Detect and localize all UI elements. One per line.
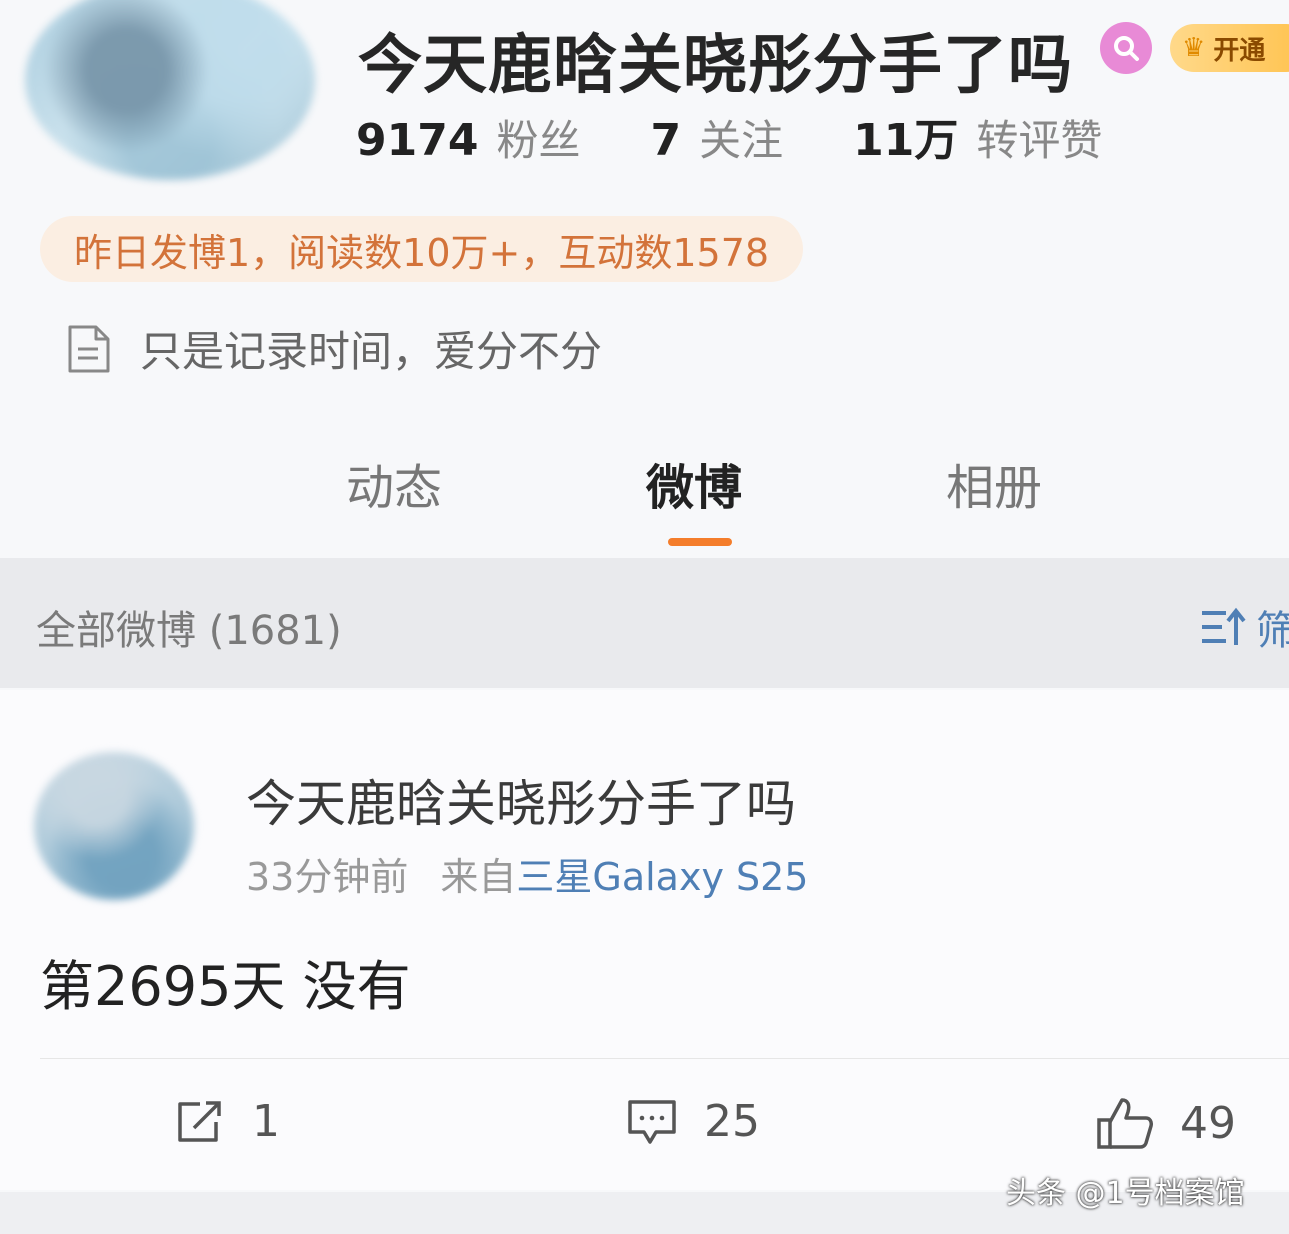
comment-count: 25	[704, 1096, 760, 1147]
tab-weibo[interactable]: 微博	[646, 448, 742, 518]
repost-count: 1	[252, 1096, 280, 1147]
post-time: 33分钟前	[246, 855, 409, 899]
stat-value: 9174	[356, 115, 479, 166]
post-source-prefix: 来自	[440, 855, 517, 899]
divider	[40, 1058, 1289, 1059]
comment-button[interactable]: 25	[626, 1096, 760, 1147]
stat-value: 11万	[853, 115, 959, 166]
stat-interactions[interactable]: 11万 转评赞	[853, 104, 1102, 168]
thumbs-up-icon	[1097, 1098, 1153, 1149]
activity-text: 昨日发博1，阅读数10万+，互动数1578	[74, 230, 770, 275]
post-source-device[interactable]: 三星Galaxy S25	[516, 855, 808, 899]
search-badge-button[interactable]	[1100, 22, 1152, 74]
like-count: 49	[1180, 1097, 1236, 1149]
filter-button[interactable]: 筛	[1198, 598, 1289, 656]
activity-summary[interactable]: 昨日发博1，阅读数10万+，互动数1578	[40, 216, 804, 282]
stat-label: 关注	[699, 116, 784, 165]
vip-label: 开通	[1213, 35, 1266, 66]
post-source: 来自三星Galaxy S25	[440, 846, 808, 901]
crown-icon: ♛	[1182, 33, 1206, 63]
post-author-name[interactable]: 今天鹿晗关晓彤分手了吗	[246, 764, 796, 836]
like-button[interactable]: 49	[1096, 1096, 1236, 1150]
tab-dynamics[interactable]: 动态	[346, 448, 442, 518]
stat-label: 粉丝	[496, 116, 581, 165]
bio-row: 只是记录时间，爱分不分	[66, 318, 602, 379]
stat-following[interactable]: 7 关注	[650, 107, 783, 168]
profile-avatar[interactable]	[25, 0, 315, 180]
search-icon	[1114, 36, 1139, 61]
bio-text: 只是记录时间，爱分不分	[140, 327, 603, 376]
document-icon	[68, 325, 110, 372]
repost-icon	[178, 1100, 221, 1142]
post-content: 第2695天 没有	[40, 955, 411, 1018]
all-posts-count: 全部微博 (1681)	[36, 608, 342, 654]
tab-album[interactable]: 相册	[946, 448, 1042, 518]
vip-open-button[interactable]: ♛ 开通	[1170, 24, 1289, 72]
repost-button[interactable]: 1	[174, 1096, 280, 1147]
filter-button-label: 筛	[1256, 608, 1289, 654]
stat-followers[interactable]: 9174 粉丝	[356, 107, 580, 168]
post-author-avatar[interactable]	[34, 752, 194, 900]
post-meta: 33分钟前 来自三星Galaxy S25	[246, 846, 808, 901]
profile-stats: 9174 粉丝 7 关注 11万 转评赞	[356, 104, 1172, 168]
sort-filter-icon	[1202, 607, 1246, 645]
profile-name: 今天鹿晗关晓彤分手了吗	[358, 29, 1073, 103]
watermark: 头条 @1号档案馆	[1006, 1176, 1245, 1211]
active-tab-indicator	[668, 538, 732, 546]
stat-label: 转评赞	[976, 116, 1103, 165]
stat-value: 7	[650, 115, 682, 166]
comment-icon	[628, 1099, 676, 1144]
